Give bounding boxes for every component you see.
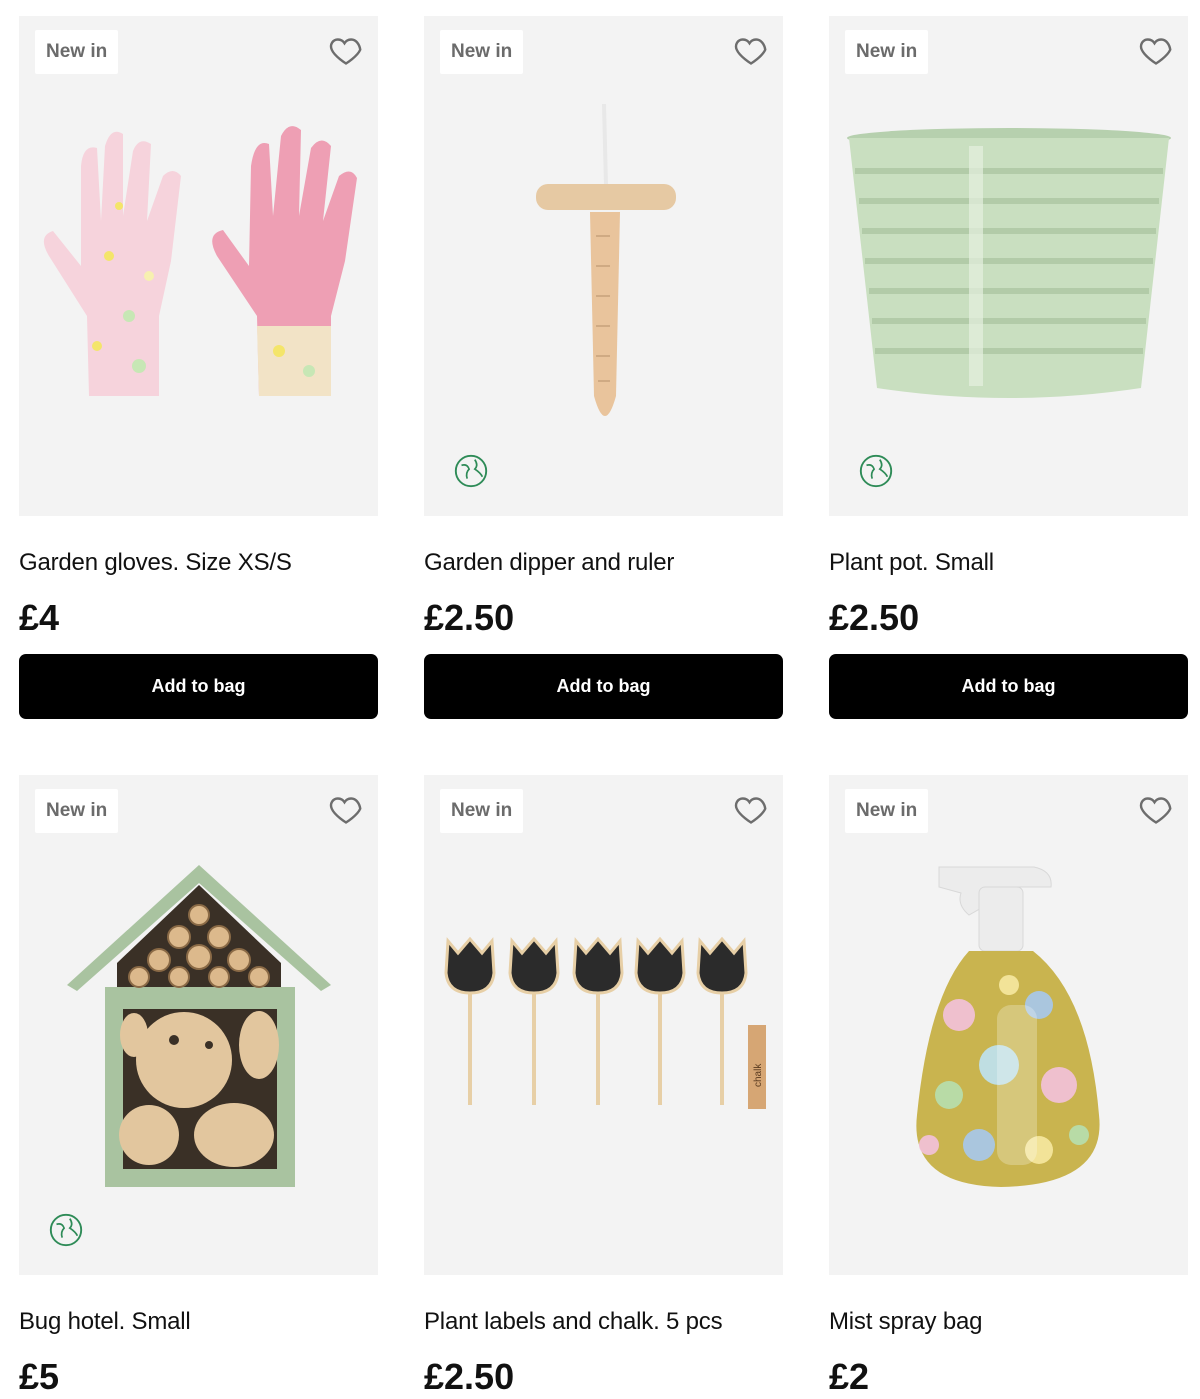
new-in-badge: New in — [35, 789, 119, 833]
product-card-garden-dipper[interactable]: New in Garden dipper and ruler £2.50 Add… — [424, 16, 783, 719]
product-image-box[interactable]: chalk New in — [424, 775, 783, 1275]
product-price: £2.50 — [424, 1356, 515, 1397]
product-card-garden-gloves[interactable]: New in Garden gloves. Size XS/S £4 Add t… — [19, 16, 378, 719]
product-title[interactable]: Garden gloves. Size XS/S — [19, 548, 378, 578]
product-title[interactable]: Garden dipper and ruler — [424, 548, 783, 578]
eco-globe-icon — [49, 1213, 83, 1247]
product-card-mist-spray-bag[interactable]: New in Mist spray bag £2 — [829, 775, 1188, 1399]
eco-globe-icon — [454, 454, 488, 488]
product-card-bug-hotel[interactable]: New in Bug hotel. Small £5 — [19, 775, 378, 1399]
plant-labels-image: chalk — [444, 936, 766, 1109]
product-title[interactable]: Plant labels and chalk. 5 pcs — [424, 1307, 783, 1337]
product-image-box[interactable]: New in — [829, 775, 1188, 1275]
product-price: £2.50 — [829, 597, 920, 638]
new-in-badge: New in — [845, 30, 929, 74]
product-image-box[interactable]: New in — [19, 775, 378, 1275]
eco-globe-icon — [859, 454, 893, 488]
new-in-badge: New in — [35, 30, 119, 74]
product-image-box[interactable]: New in — [829, 16, 1188, 516]
mist-spray-bag-image — [916, 866, 1100, 1187]
chalk-label: chalk — [753, 1063, 764, 1087]
heart-icon[interactable] — [1138, 32, 1174, 68]
garden-gloves-image — [43, 126, 357, 397]
heart-icon[interactable] — [328, 32, 364, 68]
product-price: £4 — [19, 597, 60, 638]
heart-icon[interactable] — [1138, 791, 1174, 827]
product-title[interactable]: Plant pot. Small — [829, 548, 1188, 578]
product-title[interactable]: Mist spray bag — [829, 1307, 1188, 1337]
product-image-box[interactable]: New in — [19, 16, 378, 516]
add-to-bag-button[interactable]: Add to bag — [424, 654, 783, 719]
heart-icon[interactable] — [328, 791, 364, 827]
product-card-plant-labels[interactable]: chalk New in Plant labels and chalk. 5 p… — [424, 775, 783, 1399]
heart-icon[interactable] — [733, 32, 769, 68]
add-to-bag-button[interactable]: Add to bag — [829, 654, 1188, 719]
heart-icon[interactable] — [733, 791, 769, 827]
product-image-box[interactable]: New in — [424, 16, 783, 516]
plant-pot-image — [847, 128, 1171, 398]
bug-hotel-image — [67, 865, 331, 1187]
new-in-badge: New in — [845, 789, 929, 833]
product-price: £5 — [19, 1356, 60, 1397]
product-grid: New in Garden gloves. Size XS/S £4 Add t… — [19, 16, 1188, 1399]
new-in-badge: New in — [440, 789, 524, 833]
garden-dipper-image — [536, 103, 676, 416]
product-title[interactable]: Bug hotel. Small — [19, 1307, 378, 1337]
product-price: £2 — [829, 1356, 870, 1397]
new-in-badge: New in — [440, 30, 524, 74]
add-to-bag-button[interactable]: Add to bag — [19, 654, 378, 719]
product-price: £2.50 — [424, 597, 515, 638]
product-card-plant-pot[interactable]: New in Plant pot. Small £2.50 Add to bag — [829, 16, 1188, 719]
